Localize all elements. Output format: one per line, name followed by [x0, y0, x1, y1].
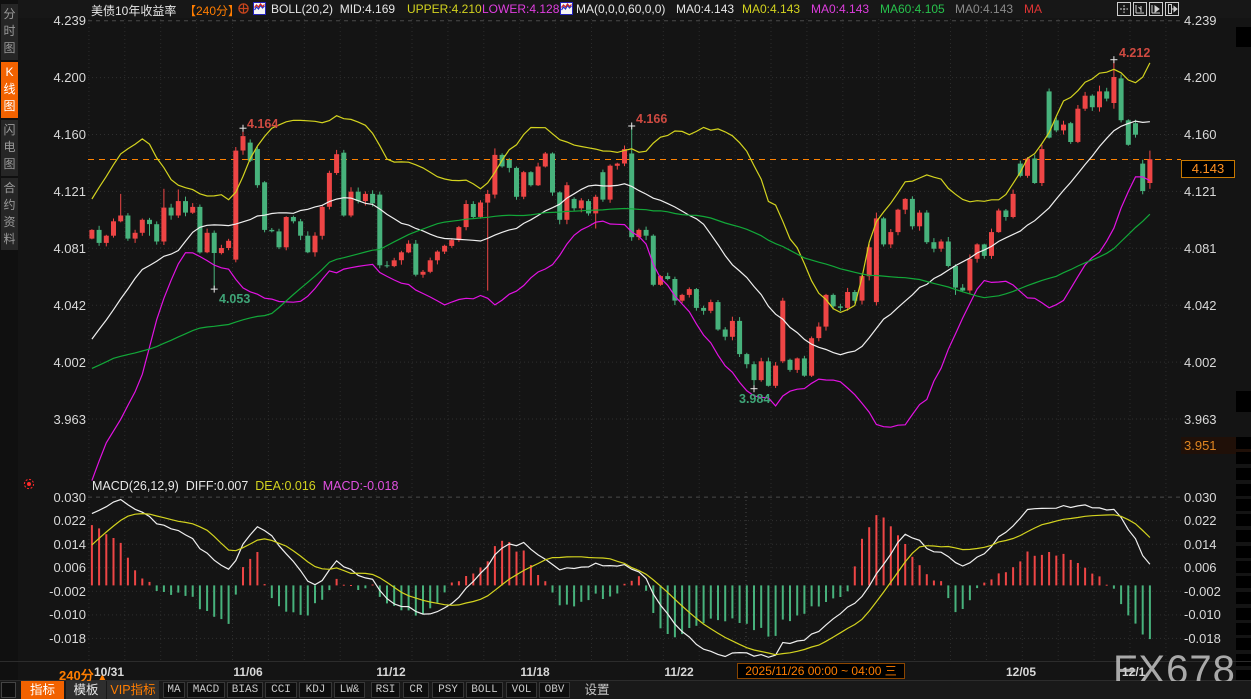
svg-text:4.166: 4.166 — [636, 112, 667, 126]
svg-text:4.053: 4.053 — [219, 292, 250, 306]
svg-text:3.984: 3.984 — [739, 392, 770, 406]
svg-text:4.164: 4.164 — [247, 117, 278, 131]
svg-text:4.212: 4.212 — [1119, 46, 1150, 60]
